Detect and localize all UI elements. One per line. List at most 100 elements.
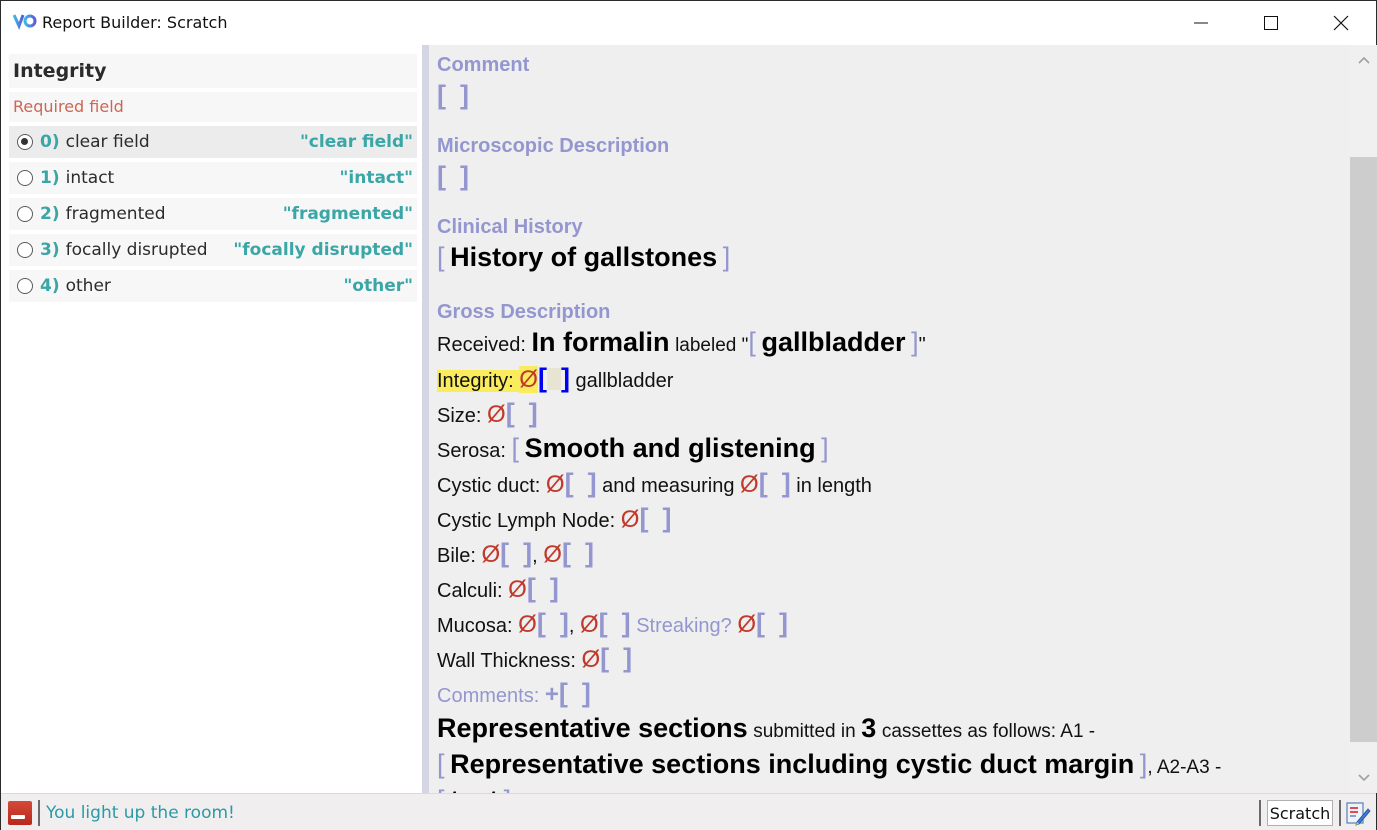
a2-label: , A2-A3 - bbox=[1147, 757, 1222, 778]
report-editor[interactable]: Comment [] Microscopic Description [] Cl… bbox=[429, 45, 1350, 793]
scroll-thumb[interactable] bbox=[1350, 157, 1377, 742]
wall-thickness-line: Wall Thickness: Ø[] bbox=[437, 642, 1337, 677]
null-icon[interactable]: Ø bbox=[740, 471, 759, 498]
radio-button[interactable] bbox=[17, 170, 33, 186]
radio-button[interactable] bbox=[17, 278, 33, 294]
null-icon[interactable]: Ø bbox=[487, 401, 506, 428]
rep-sections-value[interactable]: Representative sections bbox=[437, 713, 748, 743]
open-bracket: [ bbox=[437, 242, 445, 272]
radio-button-selected[interactable] bbox=[17, 134, 33, 150]
option-value: "other" bbox=[343, 276, 413, 296]
option-label: intact bbox=[65, 168, 115, 188]
open-bracket[interactable]: [ bbox=[437, 161, 446, 191]
null-icon[interactable]: Ø bbox=[580, 611, 599, 638]
cystic-duct-label: Cystic duct: bbox=[437, 475, 541, 497]
open-bracket[interactable]: [ bbox=[537, 608, 546, 638]
close-bracket[interactable]: ] bbox=[662, 503, 671, 533]
null-icon[interactable]: Ø bbox=[582, 646, 601, 673]
close-button[interactable] bbox=[1306, 1, 1376, 45]
microphone-status-icon[interactable] bbox=[8, 801, 32, 825]
labeled-close-quote: " bbox=[918, 334, 926, 356]
option-focally-disrupted[interactable]: 3) focally disrupted "focally disrupted" bbox=[9, 234, 417, 266]
close-bracket[interactable]: ] bbox=[582, 678, 591, 708]
bile-line: Bile: Ø[], Ø[] bbox=[437, 537, 1337, 572]
report-builder-window: Report Builder: Scratch Integrity Requir… bbox=[0, 0, 1377, 830]
active-open-bracket[interactable]: [ bbox=[538, 363, 547, 393]
open-bracket[interactable]: [ bbox=[639, 503, 648, 533]
radio-button[interactable] bbox=[17, 206, 33, 222]
title-bar: Report Builder: Scratch bbox=[1, 1, 1376, 45]
option-intact[interactable]: 1) intact "intact" bbox=[9, 162, 417, 194]
serosa-value[interactable]: Smooth and glistening bbox=[525, 433, 816, 463]
open-bracket[interactable]: [ bbox=[562, 538, 571, 568]
a1-value[interactable]: Representative sections including cystic… bbox=[450, 749, 1134, 779]
active-close-bracket[interactable]: ] bbox=[561, 363, 570, 393]
status-divider bbox=[38, 800, 40, 826]
close-bracket: ] bbox=[911, 327, 919, 357]
edit-report-icon[interactable] bbox=[1345, 800, 1371, 826]
close-bracket[interactable]: ] bbox=[782, 468, 791, 498]
null-icon[interactable]: Ø bbox=[621, 506, 640, 533]
mode-indicator[interactable]: Scratch bbox=[1267, 800, 1333, 826]
null-icon[interactable]: Ø bbox=[546, 471, 565, 498]
option-clear-field[interactable]: 0) clear field "clear field" bbox=[9, 126, 417, 158]
null-icon[interactable]: Ø bbox=[519, 366, 538, 393]
a2-value[interactable]: test bbox=[450, 785, 498, 793]
open-bracket[interactable]: [ bbox=[527, 573, 536, 603]
null-icon[interactable]: Ø bbox=[481, 541, 500, 568]
close-bracket[interactable]: ] bbox=[622, 608, 631, 638]
clinical-history-field[interactable]: [ History of gallstones ] bbox=[437, 241, 1337, 276]
cassette-count[interactable]: 3 bbox=[861, 713, 876, 743]
clinical-history-value[interactable]: History of gallstones bbox=[450, 242, 717, 272]
open-bracket[interactable]: [ bbox=[600, 643, 609, 673]
open-bracket[interactable]: [ bbox=[599, 608, 608, 638]
open-bracket[interactable]: [ bbox=[565, 468, 574, 498]
vertical-scrollbar[interactable] bbox=[1350, 45, 1377, 793]
option-label: fragmented bbox=[65, 204, 166, 224]
microscopic-field[interactable]: [] bbox=[437, 160, 1337, 195]
add-icon[interactable]: + bbox=[545, 681, 559, 708]
open-bracket[interactable]: [ bbox=[437, 80, 446, 110]
close-bracket[interactable]: ] bbox=[523, 538, 532, 568]
radio-button[interactable] bbox=[17, 242, 33, 258]
labeled-value[interactable]: gallbladder bbox=[761, 327, 905, 357]
maximize-button[interactable] bbox=[1236, 1, 1306, 45]
option-number: 1) bbox=[40, 168, 60, 188]
close-bracket[interactable]: ] bbox=[585, 538, 594, 568]
panel-splitter[interactable] bbox=[422, 45, 429, 793]
open-bracket[interactable]: [ bbox=[759, 468, 768, 498]
scroll-up-button[interactable] bbox=[1350, 45, 1377, 75]
null-icon[interactable]: Ø bbox=[508, 576, 527, 603]
close-bracket[interactable]: ] bbox=[779, 608, 788, 638]
close-bracket[interactable]: ] bbox=[529, 398, 538, 428]
option-value: "clear field" bbox=[299, 132, 413, 152]
open-bracket[interactable]: [ bbox=[500, 538, 509, 568]
option-other[interactable]: 4) other "other" bbox=[9, 270, 417, 302]
open-bracket[interactable]: [ bbox=[756, 608, 765, 638]
option-fragmented[interactable]: 2) fragmented "fragmented" bbox=[9, 198, 417, 230]
null-icon[interactable]: Ø bbox=[737, 611, 756, 638]
close-bracket: ] bbox=[722, 242, 731, 272]
lymph-node-label: Cystic Lymph Node: bbox=[437, 510, 616, 532]
open-bracket[interactable]: [ bbox=[559, 678, 568, 708]
open-bracket[interactable]: [ bbox=[506, 398, 515, 428]
integrity-active-field[interactable] bbox=[546, 368, 561, 390]
close-bracket[interactable]: ] bbox=[460, 161, 469, 191]
scroll-down-button[interactable] bbox=[1350, 763, 1377, 793]
window-title: Report Builder: Scratch bbox=[42, 13, 228, 32]
null-icon[interactable]: Ø bbox=[543, 541, 562, 568]
maximize-icon bbox=[1264, 16, 1278, 30]
mucosa-line: Mucosa: Ø[], Ø[] Streaking? Ø[] bbox=[437, 607, 1337, 642]
cystic-duct-line: Cystic duct: Ø[] and measuring Ø[] in le… bbox=[437, 467, 1337, 502]
close-bracket[interactable]: ] bbox=[560, 608, 569, 638]
close-bracket[interactable]: ] bbox=[588, 468, 597, 498]
minimize-button[interactable] bbox=[1166, 1, 1236, 45]
comment-field[interactable]: [] bbox=[437, 79, 1337, 114]
chevron-down-icon bbox=[1357, 774, 1370, 782]
close-bracket[interactable]: ] bbox=[550, 573, 559, 603]
close-bracket[interactable]: ] bbox=[623, 643, 632, 673]
close-bracket[interactable]: ] bbox=[460, 80, 469, 110]
status-bar: You light up the room! Scratch bbox=[1, 793, 1376, 830]
null-icon[interactable]: Ø bbox=[518, 611, 537, 638]
received-value[interactable]: In formalin bbox=[532, 327, 670, 357]
